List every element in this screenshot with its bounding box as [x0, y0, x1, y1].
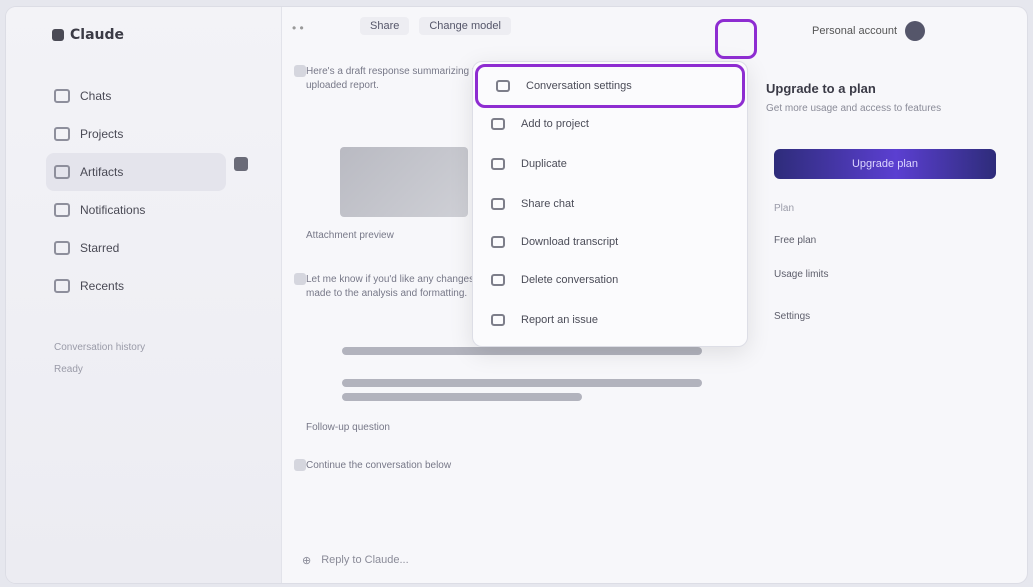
folder-icon — [54, 127, 70, 141]
sidebar-item-label: Artifacts — [80, 165, 124, 179]
sidebar-item-notifications[interactable]: Notifications — [46, 191, 266, 229]
sidebar-item-artifacts[interactable]: Artifacts — [46, 153, 226, 191]
menu-item-conversation-settings[interactable]: Conversation settings — [475, 64, 745, 108]
avatar — [294, 273, 306, 285]
bell-icon — [54, 203, 70, 217]
chat-message: Attachment preview — [306, 229, 486, 243]
download-icon — [491, 236, 505, 248]
sidebar-item-label: Chats — [80, 89, 112, 103]
menu-item-duplicate[interactable]: Duplicate — [473, 146, 747, 182]
menu-item-report-issue[interactable]: Report an issue — [473, 302, 747, 338]
message-text: Here's a draft response summarizing the … — [306, 66, 486, 91]
folder-icon — [491, 118, 505, 130]
avatar — [294, 459, 306, 471]
chat-message: Follow-up question — [306, 421, 486, 435]
upgrade-button[interactable]: Upgrade plan — [774, 149, 996, 179]
menu-item-label: Delete conversation — [521, 274, 619, 286]
info-row-plan: Free plan — [774, 235, 817, 246]
account-switcher[interactable]: Personal account — [812, 21, 925, 41]
artifact-icon — [54, 165, 70, 179]
message-input[interactable]: ⊕ Reply to Claude... — [302, 547, 732, 573]
sidebar-footer: Conversation history Ready — [54, 337, 145, 381]
info-row-settings[interactable]: Settings — [774, 311, 810, 322]
sidebar-item-label: Projects — [80, 127, 124, 141]
card-title: Upgrade to a plan — [766, 81, 876, 96]
upgrade-card: Upgrade to a plan Get more usage and acc… — [766, 81, 1002, 191]
message-text: Continue the conversation below — [306, 460, 452, 471]
footer-title: Conversation history — [54, 342, 146, 353]
logo-icon — [52, 29, 64, 41]
sidebar-item-starred[interactable]: Starred — [46, 229, 266, 267]
clock-icon — [54, 279, 70, 293]
trash-icon — [491, 274, 505, 286]
menu-item-label: Download transcript — [521, 236, 619, 248]
text-line — [342, 379, 702, 387]
flag-icon — [491, 314, 505, 326]
chat-options-button[interactable] — [715, 19, 757, 59]
info-row-usage[interactable]: Usage limits — [774, 269, 828, 280]
message-text: Attachment preview — [306, 230, 394, 241]
sidebar-item-recents[interactable]: Recents — [46, 267, 266, 305]
text-line — [342, 347, 702, 355]
chat-message: Continue the conversation below — [294, 459, 566, 473]
copy-icon — [491, 158, 505, 170]
brand-name: Claude — [70, 27, 125, 43]
menu-item-label: Add to project — [521, 118, 589, 130]
sidebar-nav: Chats Projects Artifacts Notifications S… — [46, 77, 266, 305]
message-text: Let me know if you'd like any changes ma… — [306, 274, 475, 299]
tab-change-model[interactable]: Change model — [419, 17, 511, 35]
sidebar-item-label: Notifications — [80, 203, 146, 217]
sidebar-item-label: Recents — [80, 279, 125, 293]
avatar — [294, 65, 306, 77]
chat-message: Let me know if you'd like any changes ma… — [294, 273, 486, 301]
menu-item-delete-conversation[interactable]: Delete conversation — [473, 262, 747, 298]
account-label: Personal account — [812, 25, 897, 37]
attach-icon[interactable]: ⊕ — [302, 554, 311, 567]
menu-item-share-chat[interactable]: Share chat — [473, 186, 747, 222]
star-icon — [54, 241, 70, 255]
sidebar-item-label: Starred — [80, 241, 120, 255]
menu-item-add-to-project[interactable]: Add to project — [473, 106, 747, 142]
chat-icon — [54, 89, 70, 103]
more-icon[interactable]: • • — [292, 21, 304, 35]
app-window: Claude Chats Projects Artifacts Notifica… — [6, 7, 1027, 583]
right-panel: Personal account Upgrade to a plan Get m… — [752, 7, 1027, 583]
menu-item-label: Duplicate — [521, 158, 567, 170]
sidebar-item-chats[interactable]: Chats — [46, 77, 266, 115]
footer-sub: Ready — [54, 364, 83, 375]
chat-message: Here's a draft response summarizing the … — [294, 65, 486, 93]
message-text: Follow-up question — [306, 422, 390, 433]
menu-item-download-transcript[interactable]: Download transcript — [473, 224, 747, 260]
conversation-menu: Conversation settings Add to project Dup… — [472, 61, 748, 347]
sidebar-item-projects[interactable]: Projects — [46, 115, 266, 153]
app-logo[interactable]: Claude — [52, 27, 124, 43]
attachment-preview[interactable] — [340, 147, 468, 217]
tab-share[interactable]: Share — [360, 17, 410, 35]
input-placeholder: Reply to Claude... — [321, 554, 409, 566]
share-icon — [491, 198, 505, 210]
info-label: Plan — [774, 203, 795, 214]
card-subtitle: Get more usage and access to features — [766, 103, 942, 114]
gear-icon — [496, 80, 510, 92]
menu-item-label: Conversation settings — [526, 80, 632, 92]
collapse-icon[interactable] — [234, 157, 248, 171]
sidebar: Claude Chats Projects Artifacts Notifica… — [6, 7, 282, 583]
text-line — [342, 393, 582, 401]
menu-item-label: Report an issue — [521, 314, 599, 326]
chat-header-tabs: Share Change model — [360, 17, 511, 35]
avatar[interactable] — [905, 21, 925, 41]
menu-item-label: Share chat — [521, 198, 575, 210]
